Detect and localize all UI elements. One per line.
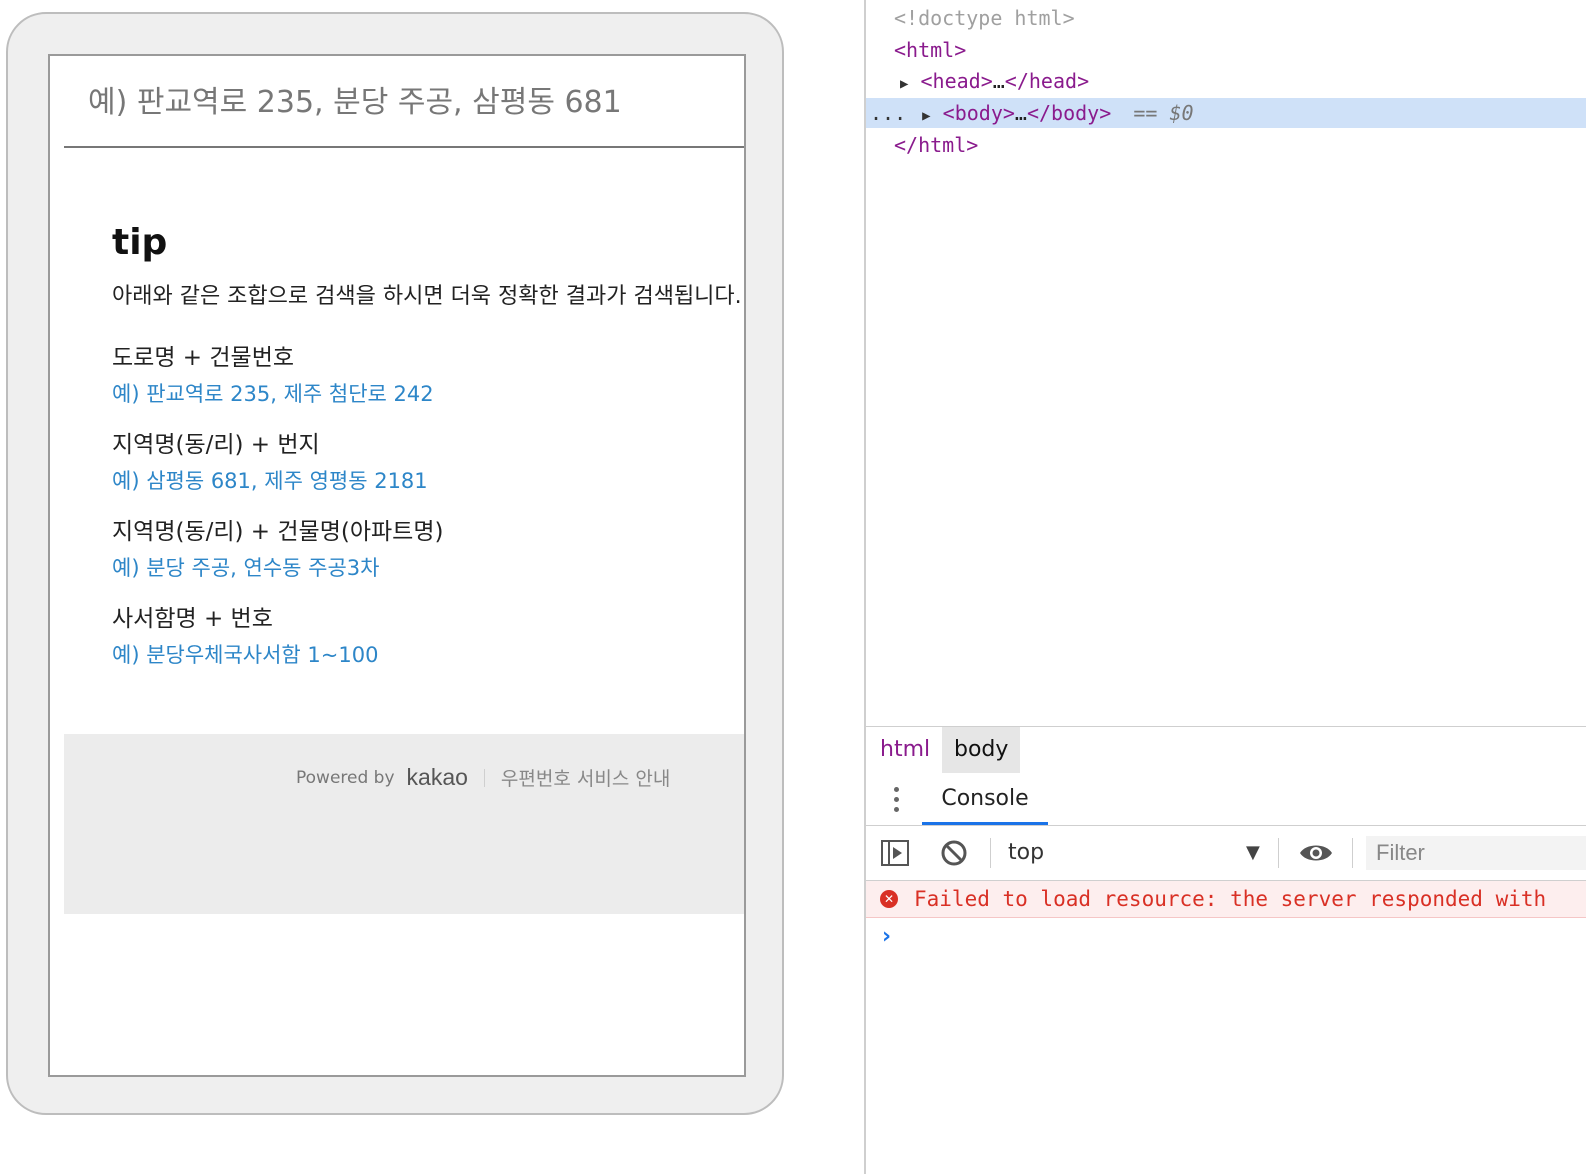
dom-head-line[interactable]: ▶ <head>…</head> <box>866 66 1586 96</box>
expand-triangle-icon[interactable]: ▶ <box>900 69 908 99</box>
tip-example: 예) 분당우체국사서함 1~100 <box>112 643 379 667</box>
chevron-down-icon[interactable]: ▼ <box>1246 826 1260 880</box>
footer-divider <box>483 768 485 787</box>
tip-item-lot-number: 지역명(동/리) + 번지 예) 삼평동 681, 제주 영평동 2181 <box>112 425 732 512</box>
console-prompt-icon[interactable]: › <box>882 924 891 949</box>
tip-example: 예) 분당 주공, 연수동 주공3차 <box>112 556 380 580</box>
error-text: Failed to load resource: the server resp… <box>914 887 1547 911</box>
breadcrumb: html body <box>866 726 1586 774</box>
console-filter-input[interactable] <box>1366 836 1586 870</box>
service-info-link[interactable]: 우편번호 서비스 안내 <box>501 764 670 791</box>
footer-row: Powered by kakao 우편번호 서비스 안내 <box>296 764 670 791</box>
dom-doctype-line[interactable]: <!doctype html> <box>866 3 1586 33</box>
tip-item-building-name: 지역명(동/리) + 건물명(아파트명) 예) 분당 주공, 연수동 주공3차 <box>112 512 732 599</box>
kakao-logo[interactable]: kakao <box>407 764 468 791</box>
dom-html-close-line[interactable]: </html> <box>866 130 1586 160</box>
tip-title: tip <box>112 222 168 263</box>
head-tag: <head>…</head> <box>920 69 1090 93</box>
context-selector[interactable]: top <box>1008 826 1044 880</box>
error-icon: ✕ <box>880 890 898 908</box>
breadcrumb-body[interactable]: body <box>942 727 1021 773</box>
body-tag: <body>…</body> <box>942 101 1112 125</box>
tip-item-road-name: 도로명 + 건물번호 예) 판교역로 235, 제주 첨단로 242 <box>112 338 732 425</box>
more-actions-icon[interactable]: ... <box>870 101 906 125</box>
search-bar <box>64 56 744 148</box>
more-tools-icon[interactable] <box>894 787 900 813</box>
device-frame: tip 아래와 같은 조합으로 검색을 하시면 더욱 정확한 결과가 검색됩니다… <box>6 12 784 1115</box>
clear-console-icon[interactable] <box>940 839 968 867</box>
tip-description: 아래와 같은 조합으로 검색을 하시면 더욱 정확한 결과가 검색됩니다. <box>112 284 742 309</box>
service-footer: Powered by kakao 우편번호 서비스 안내 <box>64 734 744 914</box>
console-toolbar: top ▼ <box>866 826 1586 881</box>
expand-triangle-icon[interactable]: ▶ <box>922 101 930 131</box>
toolbar-separator <box>1278 838 1279 868</box>
html-close-tag: </html> <box>894 133 979 157</box>
selected-marker: == $0 <box>1133 101 1194 125</box>
tip-label: 지역명(동/리) + 번지 <box>112 432 320 458</box>
dom-html-open-line[interactable]: <html> <box>866 35 1586 65</box>
tip-list: 도로명 + 건물번호 예) 판교역로 235, 제주 첨단로 242 지역명(동… <box>112 338 732 686</box>
drawer-tab-bar: Console <box>866 773 1586 826</box>
tip-item-po-box: 사서함명 + 번호 예) 분당우체국사서함 1~100 <box>112 599 732 686</box>
tip-example: 예) 판교역로 235, 제주 첨단로 242 <box>112 382 434 406</box>
device-screen: tip 아래와 같은 조합으로 검색을 하시면 더욱 정확한 결과가 검색됩니다… <box>48 54 746 1077</box>
sidebar-toggle-icon[interactable] <box>880 839 910 867</box>
console-error-message[interactable]: ✕ Failed to load resource: the server re… <box>866 881 1586 918</box>
toolbar-separator <box>1352 838 1353 868</box>
tip-label: 도로명 + 건물번호 <box>112 345 295 371</box>
html-open-tag: <html> <box>894 38 967 62</box>
eye-icon[interactable] <box>1298 839 1334 867</box>
tab-console[interactable]: Console <box>922 773 1048 825</box>
tip-label: 지역명(동/리) + 건물명(아파트명) <box>112 519 444 545</box>
breadcrumb-html[interactable]: html <box>868 727 942 773</box>
dom-body-line[interactable]: ... ▶ <body>…</body> == $0 <box>866 98 1586 128</box>
doctype-text: <!doctype html> <box>894 6 1075 30</box>
powered-by-text: Powered by <box>296 767 395 788</box>
tip-label: 사서함명 + 번호 <box>112 606 273 632</box>
address-search-input[interactable] <box>88 82 718 122</box>
tip-example: 예) 삼평동 681, 제주 영평동 2181 <box>112 469 428 493</box>
toolbar-separator <box>990 838 991 868</box>
devtools-panel: <!doctype html> <html> ▶ <head>…</head> … <box>866 0 1586 1174</box>
